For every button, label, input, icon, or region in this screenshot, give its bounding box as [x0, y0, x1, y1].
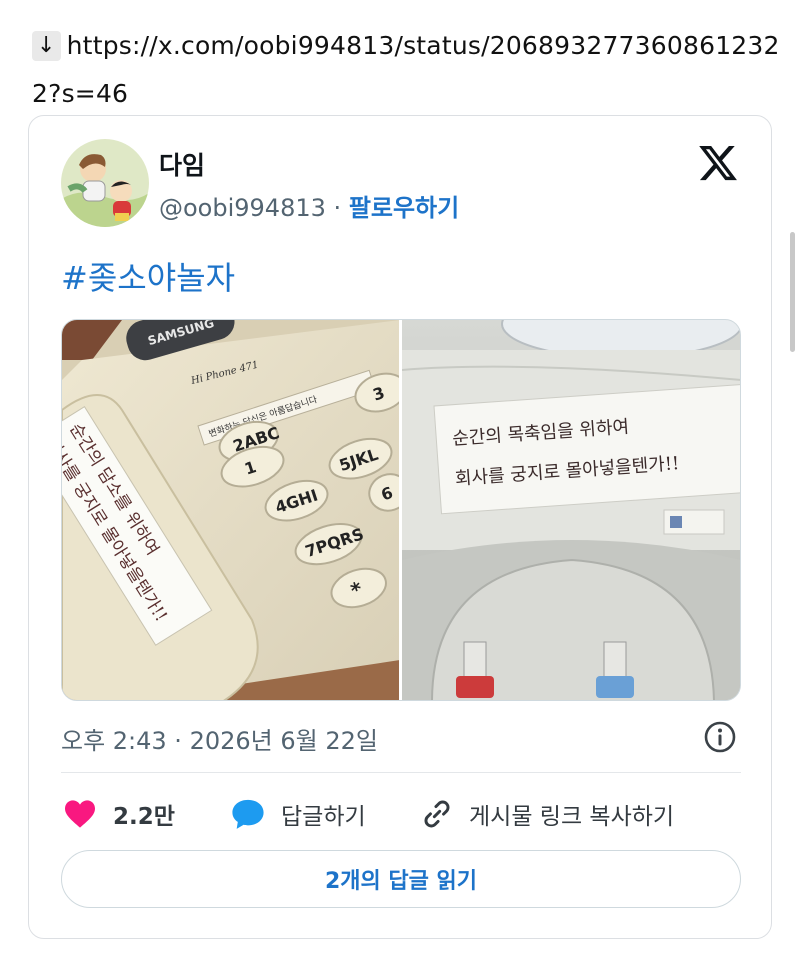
- shared-url[interactable]: ↓ https://x.com/oobi994813/status/2068932…: [32, 22, 784, 118]
- copy-link-button[interactable]: 게시물 링크 복사하기: [421, 792, 674, 836]
- link-icon: [424, 800, 450, 828]
- speech-bubble-icon: [232, 799, 264, 829]
- reply-button[interactable]: 답글하기: [231, 792, 366, 836]
- photo-water-dispenser[interactable]: 순간의 목축임을 위하여 회사를 궁지로 몰아넣을텐가!!: [402, 320, 740, 700]
- like-count: 2.2만: [113, 804, 175, 830]
- photo-phone[interactable]: SAMSUNG Hi Phone 471 변화하는 당신은 아름답습니다 2AB…: [62, 320, 399, 700]
- hashtag-link[interactable]: #좆소야놀자: [61, 253, 235, 299]
- media-grid: SAMSUNG Hi Phone 471 변화하는 당신은 아름답습니다 2AB…: [61, 319, 741, 701]
- info-icon[interactable]: [703, 720, 737, 754]
- tweet-timestamp[interactable]: 오후 2:43 · 2026년 6월 22일: [61, 721, 378, 756]
- handle[interactable]: @oobi994813: [159, 194, 326, 222]
- page: ↓ https://x.com/oobi994813/status/2068932…: [0, 0, 800, 953]
- x-logo-icon[interactable]: [697, 142, 739, 184]
- action-bar: 2.2만 답글하기 게시물 링크 복사하기: [61, 792, 741, 836]
- display-name[interactable]: 다임: [159, 146, 205, 182]
- url-text[interactable]: https://x.com/oobi994813/status/20689327…: [32, 31, 780, 108]
- reply-label: 답글하기: [281, 804, 366, 830]
- avatar[interactable]: [61, 139, 149, 227]
- tweet-card[interactable]: 다임 @oobi994813 · 팔로우하기 #좆소야놀자 SAMSUNG Hi…: [28, 115, 772, 939]
- handle-row: @oobi994813 · 팔로우하기: [159, 188, 459, 223]
- follow-button[interactable]: 팔로우하기: [349, 194, 459, 222]
- like-button[interactable]: 2.2만: [63, 792, 175, 836]
- scrollbar[interactable]: [790, 232, 795, 352]
- divider: [61, 772, 741, 773]
- read-replies-button[interactable]: 2개의 답글 읽기: [61, 850, 741, 908]
- copy-link-label: 게시물 링크 복사하기: [469, 804, 675, 830]
- heart-icon: [65, 800, 95, 828]
- download-arrow-icon: ↓: [32, 31, 61, 61]
- separator-dot: ·: [333, 194, 342, 222]
